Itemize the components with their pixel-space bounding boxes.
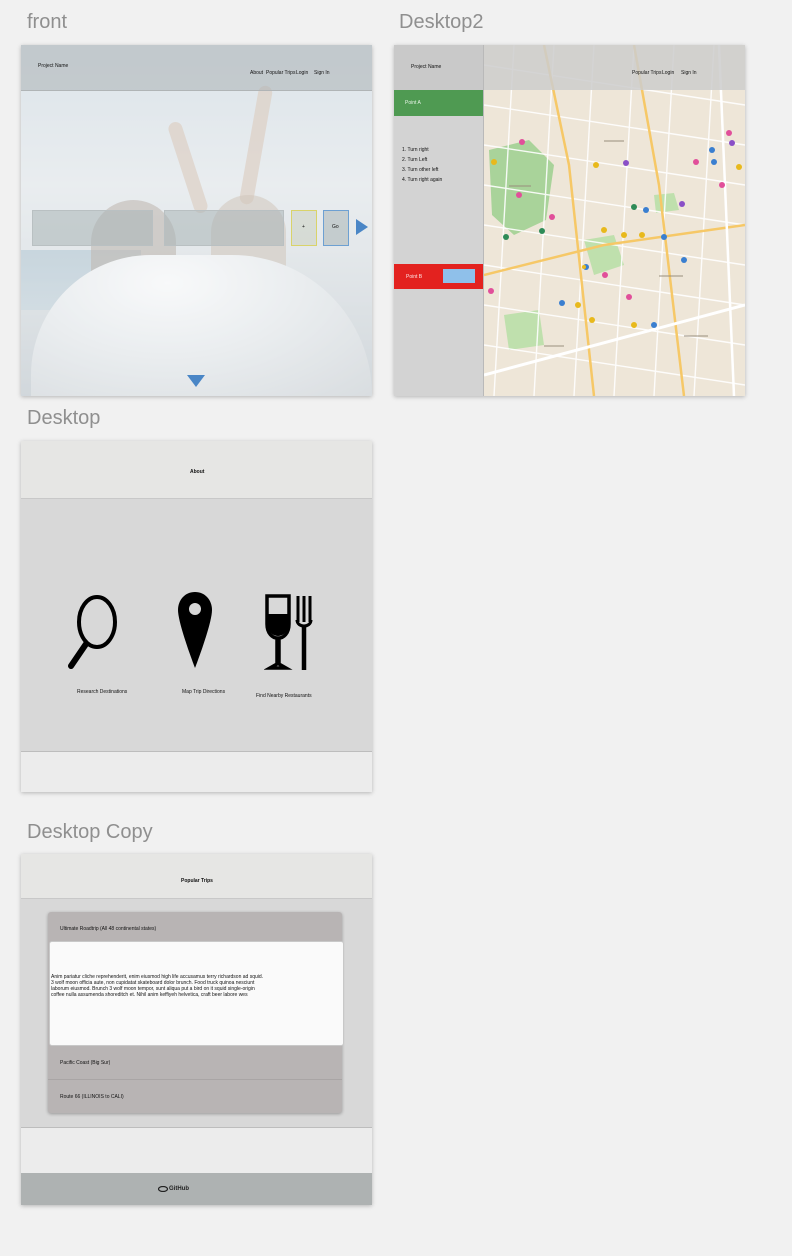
artboard-title-desktop2[interactable]: Desktop2 (399, 11, 484, 34)
go-label: Go (332, 224, 339, 230)
feature-label-map: Map Trip Directions (182, 689, 226, 695)
add-stop-button[interactable]: + (291, 210, 317, 246)
github-footer: GitHub (21, 1173, 372, 1205)
project-name[interactable]: Project Name (411, 64, 441, 70)
arrow-right-icon[interactable] (356, 219, 368, 235)
go-button[interactable]: Go (323, 210, 349, 246)
direction-step: 1. Turn right (402, 147, 429, 153)
direction-step: 2. Turn Left (402, 157, 428, 163)
nav-sign-in[interactable]: Sign In (314, 70, 330, 76)
trip-details: Anim pariatur cliche reprehenderit, enim… (49, 941, 344, 1046)
point-b-input[interactable] (443, 269, 475, 283)
nav-login[interactable]: Login (662, 70, 674, 76)
trip-header-pacific[interactable]: Pacific Coast (Big Sur) (60, 1060, 110, 1066)
glass-fork-icon (264, 594, 313, 670)
start-location-input[interactable] (32, 210, 153, 246)
nav-login[interactable]: Login (296, 70, 308, 76)
artboard-desktop-copy[interactable]: Popular Trips Ultimate Roadtrip (All 48 … (21, 854, 372, 1205)
artboard-front[interactable]: Project Name About Popular Trips Login S… (21, 45, 372, 396)
nav-about[interactable]: About (250, 70, 263, 76)
about-heading: About (190, 469, 205, 475)
github-logo[interactable]: GitHub (169, 1186, 189, 1192)
popular-trips-heading: Popular Trips (181, 878, 213, 884)
arrow-down-icon[interactable] (187, 375, 205, 387)
artboard-title-desktop[interactable]: Desktop (27, 407, 100, 430)
artboard-title-front[interactable]: front (27, 11, 67, 34)
point-a-bar[interactable]: Point A (394, 90, 483, 116)
point-b-label: Point B (406, 274, 423, 280)
front-navbar: Project Name About Popular Trips Login S… (21, 45, 372, 91)
map-graphic (484, 45, 745, 396)
point-a-label: Point A (405, 100, 421, 106)
add-stop-label: + (302, 224, 305, 230)
direction-step: 4. Turn right again (402, 177, 443, 183)
map-pin-icon (178, 592, 212, 668)
features-panel: Research Destinations Map Trip Direction… (21, 499, 372, 752)
city-map[interactable] (484, 45, 745, 396)
popular-trips-header: Popular Trips (21, 854, 372, 899)
trip-details-line: coffee nulla assumenda shoreditch et. Ni… (51, 992, 248, 998)
search-icon (68, 595, 117, 669)
about-header: About (21, 441, 372, 499)
accordion-divider (48, 1079, 342, 1080)
artboard-title-desktop-copy[interactable]: Desktop Copy (27, 821, 153, 844)
nav-sign-in[interactable]: Sign In (681, 70, 697, 76)
nav-popular-trips[interactable]: Popular Trips (632, 70, 661, 76)
feature-label-restaurants: Find Nearby Restaurants (256, 693, 312, 699)
trip-header-route66[interactable]: Route 66 (ILLINOIS to CALI) (60, 1094, 124, 1100)
destination-input[interactable] (164, 210, 284, 246)
desktop-footer (21, 752, 372, 792)
desktop2-navbar: Popular Trips Login Sign In (484, 45, 745, 90)
nav-popular-trips[interactable]: Popular Trips (266, 70, 295, 76)
trip-header-ultimate[interactable]: Ultimate Roadtrip (All 48 continental st… (60, 926, 156, 932)
artboard-desktop[interactable]: About Research Destinations Map Trip Dir… (21, 441, 372, 792)
feature-label-research: Research Destinations (77, 689, 128, 695)
github-mark-icon (158, 1186, 168, 1192)
artboard-desktop2[interactable]: Popular Trips Login Sign In Project Name… (394, 45, 745, 396)
direction-step: 3. Turn other left (402, 167, 439, 173)
sidebar-header: Project Name (394, 45, 483, 90)
project-name[interactable]: Project Name (38, 63, 68, 69)
